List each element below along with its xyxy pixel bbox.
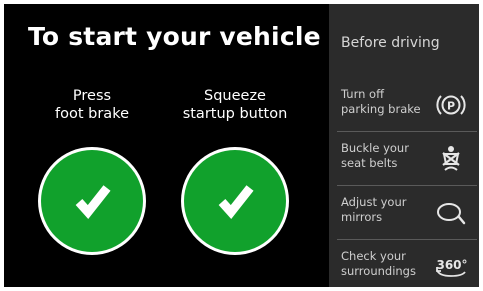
step-label-line: startup button xyxy=(182,106,288,122)
step-complete-indicator-startup-button xyxy=(184,150,286,252)
checkmark-icon xyxy=(218,185,254,219)
sidebar-item-parking-brake: Turn off parking brake P xyxy=(329,80,479,130)
step-press-foot-brake-label: Press foot brake xyxy=(32,87,152,123)
sidebar-item-label: Check your surroundings xyxy=(341,249,416,279)
checkmark-icon xyxy=(75,185,111,219)
sidebar-item-surroundings: Check your surroundings 360° xyxy=(329,242,479,287)
step-label-line: Press xyxy=(72,88,112,104)
start-instructions-panel: To start your vehicle Press foot brake S… xyxy=(4,4,329,287)
sidebar-divider xyxy=(337,131,477,132)
sidebar-item-label-line: Adjust your xyxy=(341,195,407,209)
sidebar-divider xyxy=(337,239,477,240)
sidebar-item-mirrors: Adjust your mirrors xyxy=(329,188,479,238)
seatbelt-icon xyxy=(442,146,460,171)
before-driving-sidebar: Before driving Turn off parking brake P … xyxy=(329,4,479,287)
svg-text:P: P xyxy=(447,100,455,113)
step-complete-indicator-foot-brake xyxy=(41,150,143,252)
step-squeeze-startup-button-label: Squeeze startup button xyxy=(175,87,295,123)
sidebar-item-label-line: surroundings xyxy=(341,264,416,278)
sidebar-item-label-line: seat belts xyxy=(341,156,398,170)
page-title: To start your vehicle xyxy=(28,22,321,51)
sidebar-item-label: Turn off parking brake xyxy=(341,87,421,117)
sidebar-item-seat-belts: Buckle your seat belts xyxy=(329,134,479,184)
step-label-line: foot brake xyxy=(55,106,129,122)
sidebar-item-label-line: parking brake xyxy=(341,102,421,116)
sidebar-divider xyxy=(337,185,477,186)
step-label-line: Squeeze xyxy=(204,88,266,104)
sidebar-item-label: Adjust your mirrors xyxy=(341,195,406,225)
surround-view-360-icon: 360° xyxy=(436,258,468,277)
mirror-icon xyxy=(437,203,466,225)
svg-text:360°: 360° xyxy=(436,258,467,272)
sidebar-item-label-line: mirrors xyxy=(341,210,383,224)
sidebar-item-label-line: Turn off xyxy=(341,87,384,101)
sidebar-item-label-line: Buckle your xyxy=(341,141,409,155)
parking-brake-icon: P xyxy=(436,95,466,115)
sidebar-title: Before driving xyxy=(341,35,440,51)
sidebar-item-label: Buckle your seat belts xyxy=(341,141,409,171)
vehicle-start-screen: To start your vehicle Press foot brake S… xyxy=(4,4,479,287)
sidebar-item-label-line: Check your xyxy=(341,249,406,263)
